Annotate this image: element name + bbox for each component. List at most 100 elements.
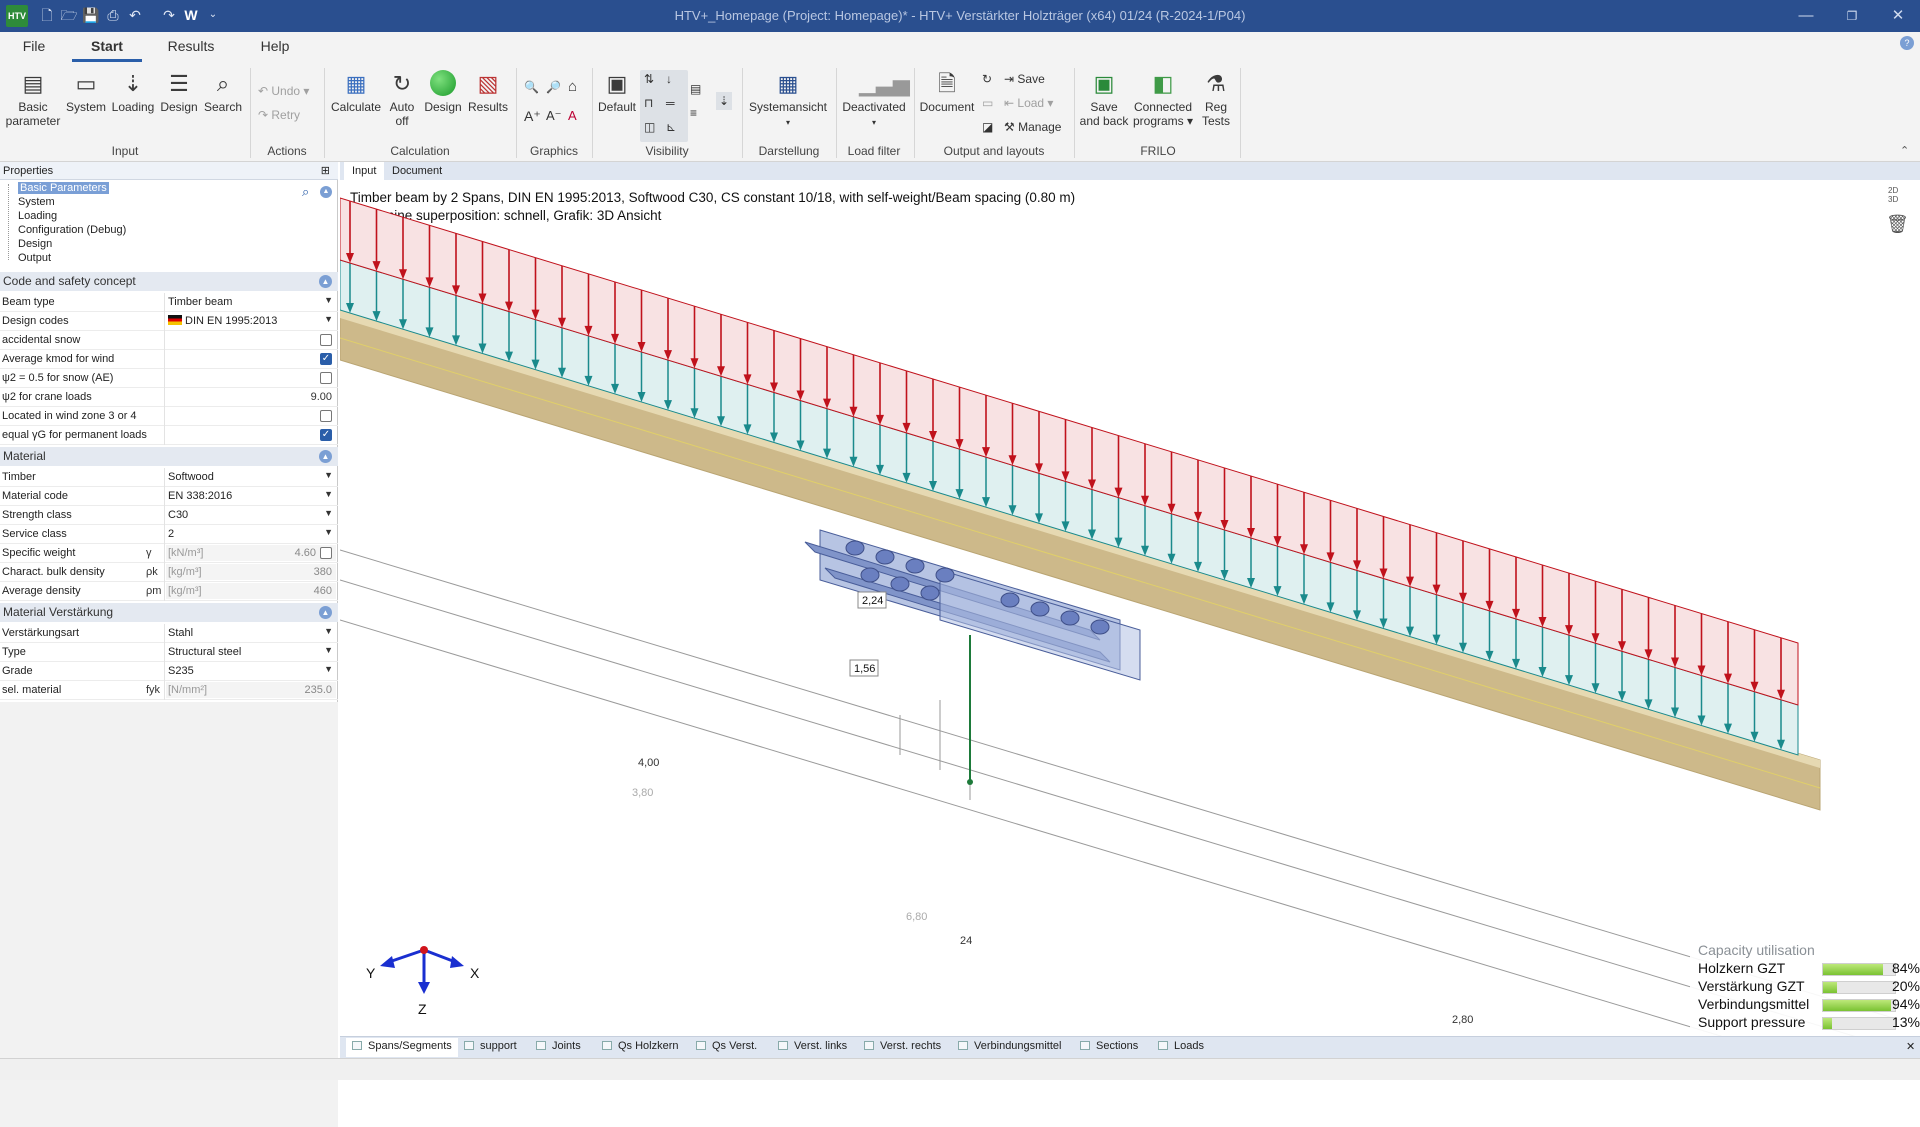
graphic-canvas[interactable]: Timber beam by 2 Spans, DIN EN 1995:2013… <box>340 180 1920 1036</box>
restore-button[interactable]: ❐ <box>1832 4 1872 28</box>
reg-tests-button[interactable]: ⚗ Reg Tests <box>1198 70 1234 128</box>
tab-verst-rechts[interactable]: Verst. rechts <box>864 1040 941 1052</box>
search-button[interactable]: ⌕ Search <box>202 70 244 114</box>
basic-parameter-button[interactable]: ▤ Basic parameter <box>4 70 62 128</box>
dimensions-toggle-icon[interactable]: ⊓ <box>644 96 653 110</box>
collapse-section-icon[interactable]: ▲ <box>319 275 332 288</box>
tab-verst-links[interactable]: Verst. links <box>778 1040 847 1052</box>
tab-qs-holzkern[interactable]: Qs Holzkern <box>602 1040 679 1052</box>
beam-3d-view[interactable]: 2,24 1,56 4,00 3,80 6,80 24 2,80 Y X Z <box>340 180 1920 1036</box>
system-button[interactable]: ▭ System <box>64 70 108 114</box>
tab-support[interactable]: support <box>464 1040 517 1052</box>
font-smaller-icon[interactable]: A⁻ <box>546 108 562 124</box>
prop-specific-weight[interactable]: Specific weight γ [kN/m³] 4.60 <box>0 544 338 563</box>
prop-strength-class[interactable]: Strength class C30 ▼ <box>0 506 338 525</box>
tab-input[interactable]: Input <box>344 162 385 180</box>
dropdown-arrow-icon[interactable]: ▼ <box>324 527 333 537</box>
tree-item-output[interactable]: Output <box>18 252 51 264</box>
document-button[interactable]: 🗎 Document <box>918 70 976 114</box>
tab-verbindungsmittel[interactable]: Verbindungsmittel <box>958 1040 1061 1052</box>
font-larger-icon[interactable]: A⁺ <box>524 108 541 125</box>
psi2-snow-checkbox[interactable] <box>320 372 332 384</box>
dropdown-arrow-icon[interactable]: ▼ <box>324 626 333 636</box>
section-material[interactable]: Material ▲ <box>0 447 338 466</box>
dropdown-arrow-icon[interactable]: ▼ <box>324 645 333 655</box>
help-info-icon[interactable]: ? <box>1900 36 1914 50</box>
prop-service-class[interactable]: Service class 2 ▼ <box>0 525 338 544</box>
section-toggle-icon[interactable]: ◫ <box>644 120 655 134</box>
prop-type[interactable]: Type Structural steel ▼ <box>0 643 338 662</box>
prop-psi2-crane[interactable]: ψ2 for crane loads 9.00 <box>0 388 338 407</box>
pin-icon[interactable]: ⊞ <box>321 162 330 180</box>
loading-button[interactable]: ⇣ Loading <box>110 70 156 114</box>
dropdown-arrow-icon[interactable]: ▼ <box>324 664 333 674</box>
equal-gamma-checkbox[interactable]: ✓ <box>320 429 332 441</box>
prop-grade[interactable]: Grade S235 ▼ <box>0 662 338 681</box>
zoom-icon[interactable]: 🔍 <box>524 80 539 94</box>
layout-preview-icon[interactable]: ▭ <box>982 96 993 110</box>
tree-item-loading[interactable]: Loading <box>18 210 57 222</box>
align-toggle-icon[interactable]: ≡ <box>690 106 697 120</box>
layout-export-icon[interactable]: ◪ <box>982 120 993 134</box>
retry-button[interactable]: ↷ Retry <box>258 108 300 122</box>
close-panel-icon[interactable]: ✕ <box>1906 1040 1915 1053</box>
home-view-icon[interactable]: ⌂ <box>568 78 577 95</box>
default-view-button[interactable]: ▣ Default <box>596 70 638 114</box>
close-button[interactable]: ✕ <box>1878 4 1918 28</box>
prop-reinforcement-type[interactable]: Verstärkungsart Stahl ▼ <box>0 624 338 643</box>
collapse-section-icon[interactable]: ▲ <box>319 606 332 619</box>
save-layout-button[interactable]: ⇥ Save <box>1004 72 1045 86</box>
tab-qs-verst[interactable]: Qs Verst. <box>696 1040 757 1052</box>
design-button[interactable]: ☰ Design <box>158 70 200 114</box>
manage-layout-button[interactable]: ⚒ Manage <box>1004 120 1061 134</box>
tree-item-configuration[interactable]: Configuration (Debug) <box>18 224 126 236</box>
collapse-tree-icon[interactable]: ▲ <box>320 186 332 198</box>
collapse-ribbon-icon[interactable]: ⌃ <box>1900 144 1909 157</box>
minimize-button[interactable]: — <box>1786 4 1826 28</box>
prop-material-code[interactable]: Material code EN 338:2016 ▼ <box>0 487 338 506</box>
tree-item-system[interactable]: System <box>18 196 55 208</box>
tab-file[interactable]: File <box>20 38 48 62</box>
collapse-section-icon[interactable]: ▲ <box>319 450 332 463</box>
trash-icon[interactable]: 🗑 <box>1886 214 1909 235</box>
tab-results[interactable]: Results <box>166 38 216 62</box>
deactivated-filter-button[interactable]: ▁▃▅ Deactivated ▾ <box>838 70 910 130</box>
undo-button[interactable]: ↶ Undo ▾ <box>258 84 309 98</box>
visibility-extra-icon[interactable]: ⇣ <box>716 92 733 110</box>
results-button[interactable]: ▧ Results <box>466 70 510 114</box>
zoom-in-icon[interactable]: 🔎 <box>546 80 561 94</box>
prop-beam-type[interactable]: Beam type Timber beam ▼ <box>0 293 338 312</box>
axis-toggle-icon[interactable]: ⊾ <box>666 120 676 134</box>
labels-toggle-icon[interactable]: ▤ <box>690 82 701 96</box>
tree-item-basic-parameters[interactable]: Basic Parameters <box>18 182 109 194</box>
tab-help[interactable]: Help <box>260 38 290 62</box>
tab-sections[interactable]: Sections <box>1080 1040 1138 1052</box>
font-color-icon[interactable]: A <box>568 108 577 123</box>
prop-design-codes[interactable]: Design codes DIN EN 1995:2013 ▼ <box>0 312 338 331</box>
search-icon[interactable]: ⌕ <box>302 184 309 200</box>
tab-document[interactable]: Document <box>384 162 450 180</box>
tab-loads[interactable]: Loads <box>1158 1040 1204 1052</box>
connected-programs-button[interactable]: ◧ Connected programs ▾ <box>1132 70 1194 128</box>
tab-joints[interactable]: Joints <box>536 1040 581 1052</box>
prop-timber[interactable]: Timber Softwood ▼ <box>0 468 338 487</box>
view-2d-3d-toggle[interactable]: 2D 3D <box>1888 186 1898 204</box>
load-layout-button[interactable]: ⇤ Load ▾ <box>1004 96 1053 110</box>
members-toggle-icon[interactable]: ═ <box>666 96 675 110</box>
auto-off-button[interactable]: ↻ Auto off <box>386 70 418 128</box>
save-and-back-button[interactable]: ▣ Save and back <box>1076 70 1132 128</box>
dropdown-arrow-icon[interactable]: ▼ <box>324 314 333 324</box>
dropdown-arrow-icon[interactable]: ▼ <box>324 295 333 305</box>
systemansicht-button[interactable]: ▦ Systemansicht ▾ <box>746 70 830 130</box>
dropdown-arrow-icon[interactable]: ▼ <box>324 489 333 499</box>
dropdown-arrow-icon[interactable]: ▼ <box>324 470 333 480</box>
dropdown-arrow-icon[interactable]: ▼ <box>324 508 333 518</box>
tree-item-design[interactable]: Design <box>18 238 52 250</box>
tab-spans-segments[interactable]: Spans/Segments <box>346 1038 458 1057</box>
wind-zone-checkbox[interactable] <box>320 410 332 422</box>
section-code-safety[interactable]: Code and safety concept ▲ <box>0 272 338 291</box>
section-material-reinforcement[interactable]: Material Verstärkung ▲ <box>0 603 338 622</box>
design-check-button[interactable]: Design <box>420 70 466 114</box>
calculate-button[interactable]: ▦ Calculate <box>328 70 384 114</box>
loads-toggle-icon[interactable]: ↓ <box>666 72 672 86</box>
